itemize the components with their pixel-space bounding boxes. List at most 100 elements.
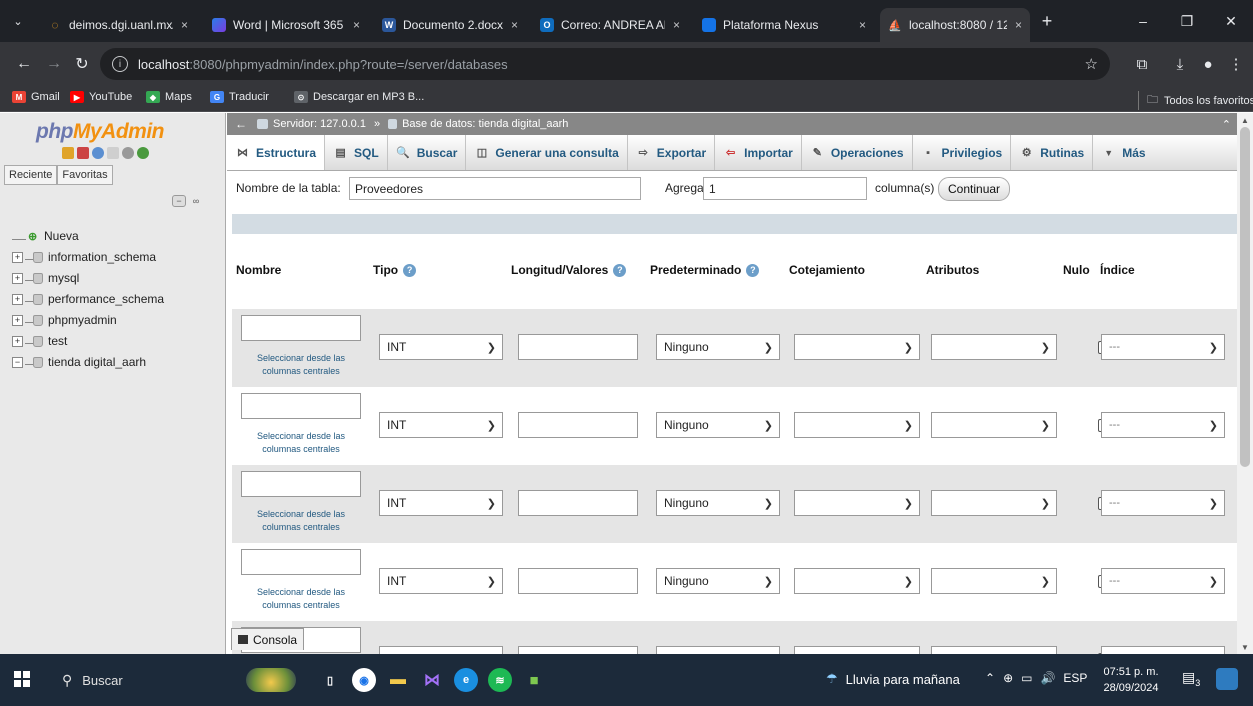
db-item[interactable]: + mysql xyxy=(12,268,79,288)
collapse-all-icon[interactable]: − xyxy=(172,195,186,207)
field-name-input[interactable] xyxy=(241,315,361,341)
type-select[interactable]: INT❯ xyxy=(379,412,503,438)
index-select[interactable]: ---❯ xyxy=(1101,412,1225,438)
central-columns-link[interactable]: Seleccionar desde las columnas centrales xyxy=(241,430,361,456)
collapse-icon[interactable]: − xyxy=(12,356,23,368)
attributes-select[interactable]: ❯ xyxy=(931,568,1057,594)
add-columns-input[interactable] xyxy=(703,177,867,200)
address-bar[interactable]: i localhost:8080/phpmyadmin/index.php?ro… xyxy=(100,48,1110,80)
db-item[interactable]: + performance_schema xyxy=(12,289,164,309)
food-widget-icon[interactable] xyxy=(246,668,296,692)
task-view-icon[interactable]: ▯ xyxy=(318,668,342,692)
tab-close-icon[interactable]: × xyxy=(345,18,360,32)
restore-button[interactable]: ❐ xyxy=(1165,0,1209,42)
field-name-input[interactable] xyxy=(241,471,361,497)
chrome-icon[interactable]: ◉ xyxy=(352,668,376,692)
scrollbar-thumb[interactable] xyxy=(1240,127,1250,467)
bookmark-descargar[interactable]: ⊙ Descargar en MP3 B... xyxy=(294,91,424,103)
extensions-icon[interactable]: ⧉ xyxy=(1130,52,1154,76)
file-explorer-icon[interactable]: ▬ xyxy=(386,668,410,692)
tab-generar-consulta[interactable]: ◫ Generar una consulta xyxy=(466,135,628,170)
tab-close-icon[interactable]: × xyxy=(173,18,188,32)
taskbar-search[interactable]: ⚲ Buscar xyxy=(46,662,226,698)
tab-mas[interactable]: ▼ Más xyxy=(1093,135,1153,170)
tab-privilegios[interactable]: ▪ Privilegios xyxy=(913,135,1012,170)
browser-tab[interactable]: W Documento 2.docx × xyxy=(374,8,526,42)
logout-icon[interactable] xyxy=(77,147,89,159)
index-select[interactable]: ---❯ xyxy=(1101,646,1225,654)
tray-app-icon[interactable]: ⊕ xyxy=(1003,671,1013,685)
collation-select[interactable]: ❯ xyxy=(794,646,920,654)
collation-select[interactable]: ❯ xyxy=(794,412,920,438)
new-database-link[interactable]: ⊕ Nueva xyxy=(12,226,79,246)
game-icon[interactable]: ■ xyxy=(522,668,546,692)
home-icon[interactable] xyxy=(62,147,74,159)
reload-nav-icon[interactable] xyxy=(137,147,149,159)
type-select[interactable]: INT❯ xyxy=(379,646,503,654)
field-name-input[interactable] xyxy=(241,549,361,575)
default-select[interactable]: Ninguno ❯ xyxy=(656,568,780,594)
type-select[interactable]: INT❯ xyxy=(379,490,503,516)
taskbar-clock[interactable]: 07:51 p. m. 28/09/2024 xyxy=(1102,664,1160,696)
network-icon[interactable]: ▭ xyxy=(1021,671,1032,685)
index-select[interactable]: ---❯ xyxy=(1101,568,1225,594)
phpmyadmin-logo[interactable]: phpMyAdmin xyxy=(36,120,164,144)
expand-icon[interactable]: + xyxy=(12,272,23,284)
page-scrollbar[interactable]: ▲ ▼ xyxy=(1237,113,1253,654)
download-icon[interactable]: ⤓ xyxy=(1168,52,1192,76)
tab-sql[interactable]: ▤ SQL xyxy=(325,135,388,170)
volume-icon[interactable]: 🔊 xyxy=(1040,671,1055,685)
bookmark-gmail[interactable]: M Gmail xyxy=(12,91,60,103)
browser-tab[interactable]: O Correo: ANDREA ABI × xyxy=(532,8,688,42)
all-bookmarks[interactable]: 🗀 Todos los favoritos xyxy=(1138,91,1253,110)
scroll-up-icon[interactable]: ▲ xyxy=(1237,113,1253,127)
index-select[interactable]: ---❯ xyxy=(1101,334,1225,360)
notifications-icon[interactable]: ▤3 xyxy=(1182,669,1200,688)
reload-icon[interactable]: ↻ xyxy=(70,52,94,76)
language-indicator[interactable]: ESP xyxy=(1063,671,1087,685)
central-columns-link[interactable]: Seleccionar desde las columnas centrales xyxy=(241,352,361,378)
attributes-select[interactable]: ❯ xyxy=(931,646,1057,654)
length-input[interactable] xyxy=(518,334,638,360)
attributes-select[interactable]: ❯ xyxy=(931,490,1057,516)
continue-button[interactable]: Continuar xyxy=(938,177,1011,201)
bookmark-youtube[interactable]: ▶ YouTube xyxy=(70,91,132,103)
default-select[interactable]: Ninguno ❯ xyxy=(656,490,780,516)
bookmark-star-icon[interactable]: ☆ xyxy=(1085,55,1098,73)
tab-close-icon[interactable]: × xyxy=(1007,18,1022,32)
edge-icon[interactable]: e xyxy=(454,668,478,692)
tab-operaciones[interactable]: ✎ Operaciones xyxy=(802,135,913,170)
menu-icon[interactable]: ⋮ xyxy=(1224,52,1248,76)
forward-icon[interactable]: → xyxy=(42,52,66,76)
tab-close-icon[interactable]: × xyxy=(851,18,866,32)
tab-exportar[interactable]: ⇨ Exportar xyxy=(628,135,716,170)
close-window-button[interactable]: ✕ xyxy=(1209,0,1253,42)
tab-close-icon[interactable]: × xyxy=(665,18,680,32)
length-input[interactable] xyxy=(518,568,638,594)
console-tab[interactable]: Consola xyxy=(231,628,305,650)
back-arrow-icon[interactable]: ← xyxy=(235,117,247,131)
browser-tab[interactable]: Plataforma Nexus × xyxy=(694,8,874,42)
site-info-icon[interactable]: i xyxy=(112,56,128,72)
help-icon[interactable]: ? xyxy=(746,263,760,277)
browser-tab[interactable]: Word | Microsoft 365 × xyxy=(204,8,368,42)
type-select[interactable]: INT❯ xyxy=(379,334,503,360)
breadcrumb-database[interactable]: Base de datos: tienda digital_aarh xyxy=(402,118,568,130)
spotify-icon[interactable]: ≋ xyxy=(488,668,512,692)
back-icon[interactable]: ← xyxy=(12,52,36,76)
settings-icon[interactable] xyxy=(122,147,134,159)
default-select[interactable]: Ninguno ❯ xyxy=(656,412,780,438)
tab-buscar[interactable]: 🔍 Buscar xyxy=(388,135,467,170)
length-input[interactable] xyxy=(518,412,638,438)
expand-icon[interactable]: + xyxy=(12,335,23,347)
minimize-button[interactable]: – xyxy=(1121,0,1165,42)
windows-start-icon[interactable] xyxy=(14,671,30,687)
table-name-input[interactable] xyxy=(349,177,641,200)
default-select[interactable]: Ninguno ❯ xyxy=(656,334,780,360)
browser-tab[interactable]: ◌ deimos.dgi.uanl.mx/c × xyxy=(40,8,196,42)
type-select[interactable]: INT❯ xyxy=(379,568,503,594)
collation-select[interactable]: ❯ xyxy=(794,568,920,594)
attributes-select[interactable]: ❯ xyxy=(931,412,1057,438)
pinned-app-icon[interactable] xyxy=(1216,668,1238,690)
link-icon[interactable]: ∞ xyxy=(189,195,203,207)
